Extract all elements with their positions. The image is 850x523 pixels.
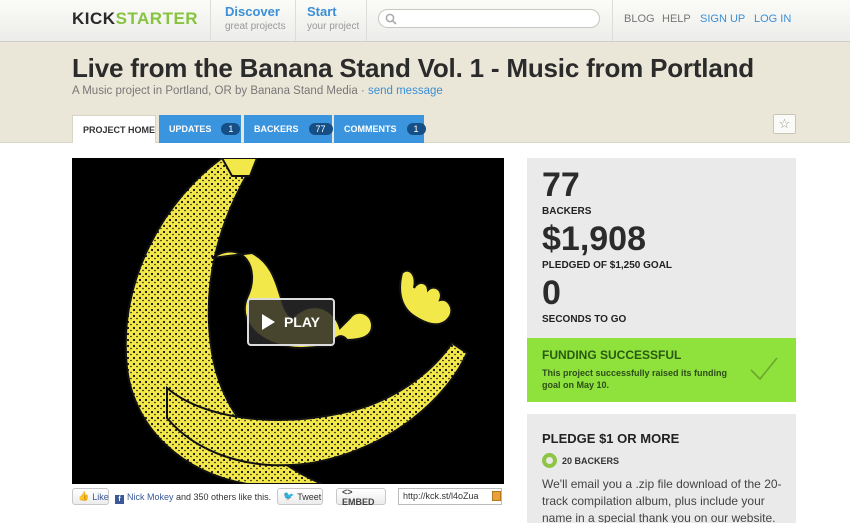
top-navigation: KICKSTARTER Discover great projects Star… [0, 0, 850, 42]
backers-badge-icon [542, 453, 557, 468]
reward-tier[interactable]: PLEDGE $1 OR MORE 20 BACKERS We'll email… [527, 414, 796, 523]
nav-divider [366, 0, 367, 41]
help-link[interactable]: HELP [662, 13, 691, 25]
nav-divider [612, 0, 613, 41]
embed-button[interactable]: <> EMBED [336, 486, 386, 507]
logo-text-starter: STARTER [115, 9, 199, 28]
updates-count-badge: 1 [221, 123, 241, 135]
funding-status-title: FUNDING SUCCESSFUL [542, 348, 682, 362]
time-remaining-count: 0 [542, 274, 561, 312]
pledged-amount: $1,908 [542, 220, 646, 258]
project-title: Live from the Banana Stand Vol. 1 - Musi… [72, 53, 754, 83]
project-header: Live from the Banana Stand Vol. 1 - Musi… [0, 42, 850, 143]
comments-count-badge: 1 [406, 123, 426, 135]
project-location-creator: A Music project in Portland, OR by Banan… [72, 85, 368, 97]
facebook-like-text: f Nick Mokey and 350 others like this. [115, 492, 271, 504]
reward-backers-count: 20 BACKERS [562, 456, 620, 466]
star-button[interactable]: ☆ [773, 114, 796, 134]
play-button[interactable]: PLAY [247, 298, 335, 346]
backers-count-badge: 77 [308, 123, 333, 135]
pledged-label: PLEDGED OF $1,250 GOAL [542, 260, 673, 271]
tab-project-home-label: PROJECT HOME [83, 124, 156, 135]
blog-link[interactable]: BLOG [624, 13, 655, 25]
search-icon [385, 13, 397, 25]
like-label: Like [92, 491, 109, 502]
project-subtitle: A Music project in Portland, OR by Banan… [72, 85, 443, 97]
tab-updates-label: UPDATES [169, 124, 212, 134]
facebook-like-button[interactable]: 👍 Like [72, 488, 109, 505]
backers-label: BACKERS [542, 206, 592, 217]
reward-description: We'll email you a .zip file download of … [542, 477, 782, 523]
send-message-link[interactable]: send message [368, 85, 443, 97]
facebook-icon: f [115, 495, 124, 504]
embed-label: <> EMBED [342, 486, 375, 507]
project-video[interactable]: PLAY [72, 158, 504, 484]
backers-count: 77 [542, 166, 580, 204]
checkmark-icon [750, 357, 778, 381]
nav-start-sublabel: your project [307, 21, 360, 32]
nav-divider [295, 0, 296, 41]
sign-up-link[interactable]: SIGN UP [700, 13, 745, 25]
funding-status-text: This project successfully raised its fun… [542, 368, 728, 390]
tab-comments-label: COMMENTS [344, 124, 397, 134]
play-icon [261, 314, 275, 330]
nav-discover-link[interactable]: Discover great projects [225, 4, 286, 38]
twitter-bird-icon: 🐦 [283, 491, 295, 501]
nav-start-link[interactable]: Start your project [307, 4, 359, 38]
share-bar: 👍 Like f Nick Mokey and 350 others like t… [72, 487, 504, 509]
nav-start-label: Start [307, 4, 337, 19]
nav-discover-label: Discover [225, 4, 280, 19]
reward-title: PLEDGE $1 OR MORE [542, 431, 680, 446]
kickstarter-logo[interactable]: KICKSTARTER [72, 9, 198, 29]
tweet-label: Tweet [297, 491, 322, 502]
short-url-field[interactable]: http://kck.st/l4oZua [398, 488, 502, 505]
logo-text-kick: KICK [72, 9, 116, 28]
log-in-link[interactable]: LOG IN [754, 13, 791, 25]
facebook-like-count-text: and 350 others like this. [173, 492, 272, 502]
tab-project-home[interactable]: PROJECT HOME [72, 115, 156, 143]
facebook-friend-name[interactable]: Nick Mokey [127, 492, 174, 502]
tab-backers-label: BACKERS [254, 124, 299, 134]
play-label: PLAY [283, 314, 321, 330]
copy-icon[interactable] [492, 491, 501, 501]
time-remaining-label: SECONDS TO GO [542, 314, 627, 325]
search-input[interactable] [378, 9, 600, 28]
project-stats: 77 BACKERS $1,908 PLEDGED OF $1,250 GOAL… [527, 158, 796, 338]
star-icon: ☆ [778, 116, 791, 131]
tab-comments[interactable]: COMMENTS 1 [334, 115, 426, 143]
tab-backers[interactable]: BACKERS 77 [244, 115, 333, 143]
tweet-button[interactable]: 🐦 Tweet [277, 488, 323, 505]
funding-successful-banner: FUNDING SUCCESSFUL This project successf… [527, 338, 796, 402]
tab-updates[interactable]: UPDATES 1 [159, 115, 241, 143]
nav-divider [210, 0, 211, 41]
thumbs-up-icon: 👍 [78, 491, 90, 501]
nav-discover-sublabel: great projects [225, 21, 286, 32]
